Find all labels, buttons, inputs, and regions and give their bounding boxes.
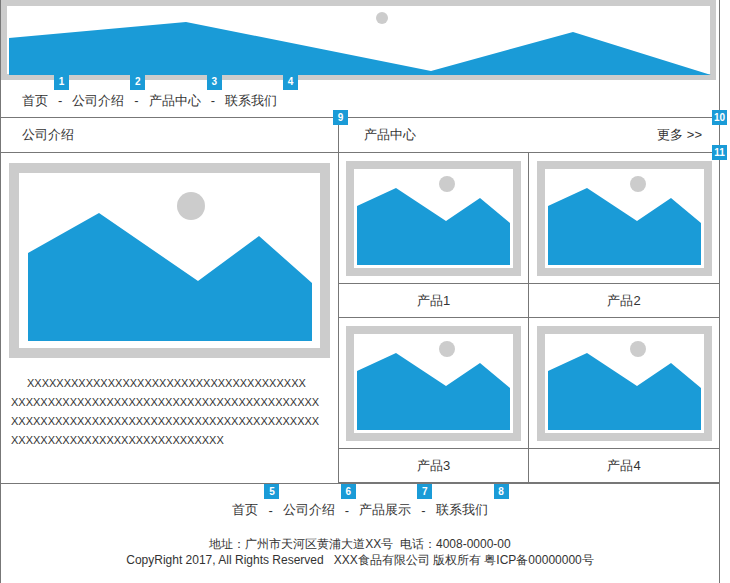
nav-separator: -	[211, 93, 215, 108]
product-image	[346, 161, 521, 276]
number-badge: 8	[494, 484, 509, 499]
nav-link[interactable]: 公司介绍2	[72, 92, 124, 110]
nav-separator: -	[58, 93, 62, 108]
footer-link[interactable]: 联系我们8	[436, 501, 488, 519]
product-grid: 产品1产品2 产品3产品4	[339, 153, 719, 483]
about-header: 公司介绍	[1, 118, 338, 153]
nav-link[interactable]: 产品中心3	[149, 92, 201, 110]
more-link[interactable]: 更多 >>	[657, 126, 702, 144]
footer-link[interactable]: 首页5	[232, 501, 258, 519]
footer: 首页5-公司介绍6-产品展示7-联系我们8地址：广州市天河区黄浦大道XX号 电话…	[1, 484, 719, 583]
nav-link[interactable]: 首页1	[22, 92, 48, 110]
nav-separator: -	[134, 93, 138, 108]
products-panel: 产品中心更多 >>91011产品1产品2产品3产品4	[339, 118, 719, 483]
product-name: 产品1	[339, 284, 528, 317]
number-badge: 11	[712, 145, 727, 160]
copyright-line: CopyRight 2017, All Rights Reserved XXX食…	[126, 552, 594, 568]
products-header: 产品中心 更多 >>	[339, 118, 719, 153]
banner-image	[1, 0, 716, 80]
main-content: 公司介绍 XXXXXXXXXXXXXXXXXXXXXXXXXXXXXXXXXXXX…	[1, 118, 719, 484]
number-badge: 7	[417, 484, 432, 499]
footer-link[interactable]: 产品展示7	[359, 501, 411, 519]
footer-nav: 首页5-公司介绍6-产品展示7-联系我们8	[232, 501, 487, 519]
product-image	[537, 326, 712, 441]
nav-link[interactable]: 联系我们4	[225, 92, 277, 110]
footer-link[interactable]: 公司介绍6	[283, 501, 335, 519]
about-image	[9, 163, 330, 358]
number-badge: 4	[283, 75, 298, 90]
top-nav: 首页1-公司介绍2-产品中心3-联系我们4	[1, 80, 719, 118]
product-card[interactable]: 产品2	[529, 153, 719, 318]
about-title: 公司介绍	[22, 126, 74, 144]
number-badge: 5	[264, 484, 279, 499]
number-badge: 2	[130, 75, 145, 90]
product-image	[537, 161, 712, 276]
address-line: 地址：广州市天河区黄浦大道XX号 电话：4008-0000-00	[209, 536, 510, 552]
products-title: 产品中心	[364, 126, 416, 144]
number-badge: 6	[341, 484, 356, 499]
about-text: XXXXXXXXXXXXXXXXXXXXXXXXXXXXXXXXXXXXXXXX…	[1, 366, 338, 466]
product-name: 产品3	[339, 449, 528, 482]
product-card[interactable]: 产品4	[529, 318, 719, 483]
product-image	[346, 326, 521, 441]
product-card[interactable]: 产品3	[339, 318, 529, 483]
product-name: 产品4	[529, 449, 719, 482]
footer-separator: -	[345, 503, 349, 518]
footer-separator: -	[421, 503, 425, 518]
number-badge: 3	[207, 75, 222, 90]
footer-separator: -	[268, 503, 272, 518]
about-panel: 公司介绍 XXXXXXXXXXXXXXXXXXXXXXXXXXXXXXXXXXXX…	[1, 118, 339, 483]
product-name: 产品2	[529, 284, 719, 317]
product-card[interactable]: 产品1	[339, 153, 529, 318]
number-badge: 9	[333, 110, 348, 125]
number-badge: 1	[54, 75, 69, 90]
number-badge: 10	[712, 110, 727, 125]
